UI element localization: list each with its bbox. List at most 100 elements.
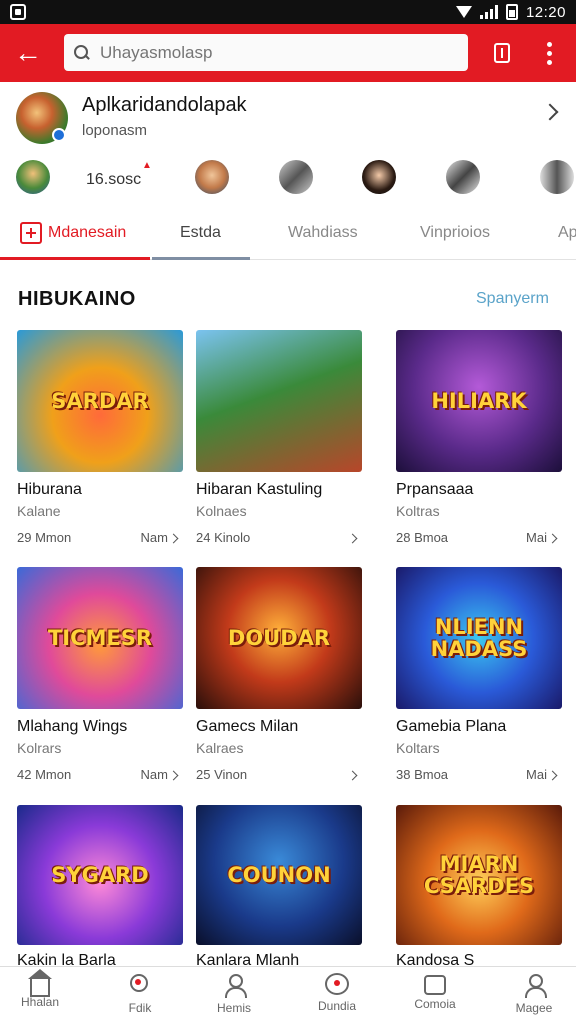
channel-header[interactable]: Aplkaridandolapak loponasm: [0, 82, 576, 154]
video-thumbnail[interactable]: [196, 330, 362, 472]
status-indicators: 12:20: [455, 4, 566, 21]
card-title[interactable]: Gamecs Milan: [196, 718, 362, 736]
video-thumbnail[interactable]: DOUDAR: [196, 567, 362, 709]
card-subtitle: Kolnaes: [196, 503, 247, 519]
section-see-all-link[interactable]: Spanyerm: [476, 290, 549, 308]
video-card[interactable]: SYGARD Kakin la Barla: [17, 805, 183, 969]
signal-icon: [479, 5, 498, 19]
chevron-right-icon[interactable]: [541, 103, 559, 121]
wifi-icon: [455, 6, 472, 18]
thumbnail-title: NLIENN NADASS: [430, 614, 528, 661]
tab-label: Vinprioios: [420, 224, 490, 241]
tab-label: Wahdiass: [288, 224, 358, 241]
nav-home[interactable]: Hhalan: [0, 969, 88, 1023]
card-title[interactable]: Hiburana: [17, 481, 183, 499]
trend-up-icon: ▲: [142, 160, 152, 171]
tab-5[interactable]: Ap: [558, 206, 576, 260]
thumbnail-title: TICMESR: [47, 625, 153, 650]
share-button[interactable]: [488, 39, 516, 67]
search-input[interactable]: [100, 42, 440, 63]
tab-4[interactable]: Vinprioios: [420, 206, 490, 260]
video-card[interactable]: HILIARK Prpansaaa Koltras 28 Bmoa Mai: [396, 330, 562, 550]
nav-chat[interactable]: Dundia: [289, 973, 385, 1023]
tab-2[interactable]: Estda: [180, 206, 221, 260]
status-bar: 12:20: [0, 0, 576, 24]
thumbnail-title: MIARN CSARDES: [423, 851, 535, 898]
card-meta: 38 Bmoa: [396, 767, 449, 782]
card-title[interactable]: Prpansaaa: [396, 481, 562, 499]
video-card[interactable]: TICMESR Mlahang Wings Kolrars 42 Mmon Na…: [17, 567, 183, 787]
person-icon: [222, 973, 247, 998]
avatar-5[interactable]: [446, 160, 480, 194]
thumbnail-title: SYGARD: [51, 862, 149, 887]
card-more-link[interactable]: Nam: [141, 530, 179, 545]
verified-icon: [52, 128, 66, 142]
card-more-link[interactable]: Nam: [140, 767, 179, 782]
card-meta: 24 Kinolo: [196, 530, 251, 545]
nav-label: Hhalan: [20, 995, 60, 1009]
video-card[interactable]: Hibaran Kastuling Kolnaes 24 Kinolo: [196, 330, 362, 550]
avatar-1[interactable]: [16, 160, 50, 194]
bottom-navigation: Hhalan Fdik Hemis Dundia Comoia Magee: [0, 966, 576, 1024]
video-thumbnail[interactable]: SYGARD: [17, 805, 183, 945]
card-more-link[interactable]: Mai: [526, 767, 558, 782]
profile-icon: [522, 973, 547, 998]
chat-icon: [325, 973, 349, 995]
tab-label: Ap: [558, 224, 576, 241]
card-meta: 25 Vinon: [196, 767, 248, 782]
more-options-button[interactable]: [534, 38, 564, 68]
video-card[interactable]: SARDAR Hiburana Kalane 29 Mmon Nam: [17, 330, 183, 550]
nav-profile[interactable]: Magee: [486, 973, 576, 1023]
tab-indicator-secondary: [152, 257, 250, 260]
card-more-link[interactable]: [347, 530, 358, 545]
tab-indicator: [0, 257, 150, 260]
chevron-right-icon: [547, 770, 558, 781]
video-thumbnail[interactable]: SARDAR: [17, 330, 183, 472]
share-icon: [494, 43, 510, 63]
card-more-link[interactable]: Mai: [526, 530, 558, 545]
video-card[interactable]: DOUDAR Gamecs Milan Kalraes 25 Vinon: [196, 567, 362, 787]
video-card[interactable]: COUNON Kanlara Mlanh: [196, 805, 362, 969]
chevron-right-icon: [168, 533, 179, 544]
card-title[interactable]: Mlahang Wings: [17, 718, 183, 736]
card-more-link[interactable]: [347, 767, 358, 782]
search-box[interactable]: [64, 34, 468, 71]
avatar-6[interactable]: [540, 160, 574, 194]
card-more-label: Mai: [526, 530, 547, 545]
back-button[interactable]: ←: [0, 24, 56, 82]
avatar-3[interactable]: [279, 160, 313, 194]
tab-home[interactable]: Mdanesain: [20, 206, 126, 260]
nav-people[interactable]: Hemis: [186, 973, 282, 1023]
card-subtitle: Kalane: [17, 503, 61, 519]
thumbnail-title: SARDAR: [51, 388, 149, 413]
home-icon: [28, 969, 52, 997]
notification-area: [10, 4, 26, 20]
tab-bar: Mdanesain Estda Wahdiass Vinprioios Ap: [0, 206, 576, 260]
video-thumbnail[interactable]: TICMESR: [17, 567, 183, 709]
video-thumbnail[interactable]: NLIENN NADASS: [396, 567, 562, 709]
card-title[interactable]: Hibaran Kastuling: [196, 481, 362, 499]
card-meta: 28 Bmoa: [396, 530, 449, 545]
discover-icon: [128, 973, 152, 997]
channel-subtitle: loponasm: [82, 122, 148, 139]
avatar-2[interactable]: [195, 160, 229, 194]
video-thumbnail[interactable]: HILIARK: [396, 330, 562, 472]
top-toolbar: ←: [0, 24, 576, 82]
card-more-label: Mai: [526, 767, 547, 782]
avatar-4[interactable]: [362, 160, 396, 194]
video-thumbnail[interactable]: MIARN CSARDES: [396, 805, 562, 945]
nav-discover[interactable]: Fdik: [92, 973, 188, 1023]
video-card[interactable]: NLIENN NADASS Gamebia Plana Koltars 38 B…: [396, 567, 562, 787]
card-more-label: Nam: [140, 767, 168, 782]
arrow-left-icon: ←: [14, 37, 42, 68]
tab-home-icon: [20, 222, 42, 244]
nav-label: Comoia: [414, 997, 456, 1011]
nav-store[interactable]: Comoia: [387, 973, 483, 1023]
video-card[interactable]: MIARN CSARDES Kandosa S: [396, 805, 562, 969]
thumbnail-title: DOUDAR: [227, 625, 331, 650]
card-meta: 29 Mmon: [17, 530, 72, 545]
card-subtitle: Koltars: [396, 740, 440, 756]
tab-3[interactable]: Wahdiass: [288, 206, 358, 260]
video-thumbnail[interactable]: COUNON: [196, 805, 362, 945]
card-title[interactable]: Gamebia Plana: [396, 718, 562, 736]
